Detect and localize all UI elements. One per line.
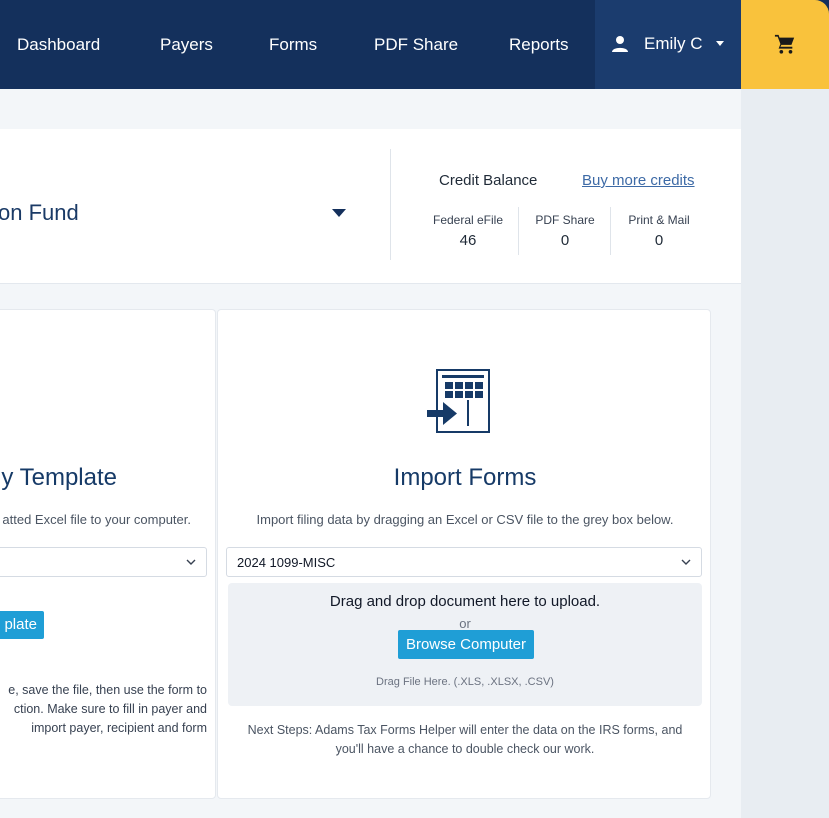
right-gutter	[741, 89, 829, 818]
import-card-description: Import filing data by dragging an Excel …	[256, 512, 674, 527]
browse-computer-button[interactable]: Browse Computer	[398, 630, 534, 659]
buy-more-credits-link[interactable]: Buy more credits	[582, 172, 695, 189]
chevron-down-icon	[186, 559, 196, 565]
caret-down-icon	[716, 41, 724, 46]
import-spreadsheet-icon	[427, 369, 490, 433]
instruction-line: e, save the file, then use the form to	[8, 683, 207, 697]
next-steps-text: Next Steps: Adams Tax Forms Helper will …	[218, 721, 712, 759]
nav-item-pdf-share[interactable]: PDF Share	[374, 0, 458, 89]
import-forms-card: Import Forms Import filing data by dragg…	[217, 309, 711, 799]
nav-item-payers[interactable]: Payers	[160, 0, 213, 89]
credit-label: Federal eFile	[432, 213, 504, 227]
file-drop-zone[interactable]: Drag and drop document here to upload. o…	[228, 583, 702, 706]
chevron-down-icon	[681, 559, 691, 565]
credit-balance-title: Credit Balance	[439, 172, 538, 189]
credit-label: PDF Share	[535, 213, 595, 227]
cart-button[interactable]	[741, 0, 829, 89]
credit-value: 0	[560, 232, 570, 249]
credit-print-mail: Print & Mail 0	[624, 213, 694, 249]
payer-dropdown-caret-icon[interactable]	[332, 209, 346, 217]
payer-name[interactable]: on Fund	[0, 200, 79, 226]
next-steps-line: you'll have a chance to double check our…	[335, 742, 595, 756]
divider	[518, 207, 519, 255]
template-card-description: atted Excel file to your computer.	[2, 512, 191, 527]
user-icon	[612, 36, 628, 52]
user-name: Emily C	[644, 34, 703, 53]
template-instructions: e, save the file, then use the form to c…	[0, 681, 207, 738]
next-steps-line: Next Steps: Adams Tax Forms Helper will …	[247, 723, 683, 737]
divider	[610, 207, 611, 255]
drop-zone-or: or	[459, 616, 471, 631]
drop-zone-file-types: Drag File Here. (.XLS, .XLSX, .CSV)	[376, 676, 554, 688]
template-form-select[interactable]	[0, 547, 207, 577]
instruction-line: import payer, recipient and form	[31, 721, 207, 735]
nav-item-dashboard[interactable]: Dashboard	[17, 0, 100, 89]
nav-item-reports[interactable]: Reports	[509, 0, 569, 89]
nav-item-forms[interactable]: Forms	[269, 0, 317, 89]
import-form-select[interactable]: 2024 1099-MISC	[226, 547, 702, 577]
credit-label: Print & Mail	[628, 213, 690, 227]
user-menu-button[interactable]: Emily C	[595, 0, 741, 89]
divider	[390, 149, 391, 260]
payer-header-card: on Fund Credit Balance Buy more credits …	[0, 129, 741, 284]
import-card-title: Import Forms	[393, 464, 537, 491]
credit-value: 46	[459, 232, 477, 249]
cart-icon	[774, 34, 795, 54]
drop-zone-instruction: Drag and drop document here to upload.	[329, 593, 601, 610]
download-template-button[interactable]: plate	[0, 611, 44, 639]
selected-form-type: 2024 1099-MISC	[237, 555, 336, 570]
credit-federal-efile: Federal eFile 46	[432, 213, 504, 249]
instruction-line: ction. Make sure to fill in payer and	[13, 702, 207, 716]
credit-value: 0	[654, 232, 664, 249]
credit-pdf-share: PDF Share 0	[530, 213, 600, 249]
top-navigation-bar: Dashboard Payers Forms PDF Share Reports…	[0, 0, 829, 89]
template-card-title: y Template	[1, 464, 117, 491]
main-content: on Fund Credit Balance Buy more credits …	[0, 89, 741, 818]
